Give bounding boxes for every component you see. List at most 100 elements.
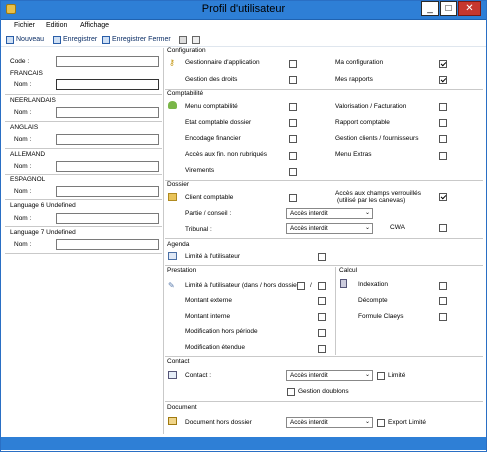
acces-verrouilles-label: Accès aux champs verrouillés <box>335 190 421 197</box>
acces-fin-checkbox[interactable] <box>289 152 297 160</box>
chevron-down-icon: ⌄ <box>364 210 370 216</box>
document-hors-dossier-label: Document hors dossier <box>185 419 252 426</box>
gestion-droits-label: Gestion des droits <box>185 76 238 83</box>
language-heading: ALLEMAND <box>10 151 46 158</box>
valorisation-checkbox[interactable] <box>439 103 447 111</box>
menu-extras-checkbox[interactable] <box>439 152 447 160</box>
formule-claeys-checkbox[interactable] <box>439 313 447 321</box>
calendar-icon <box>168 252 177 260</box>
cwa-checkbox[interactable] <box>439 224 447 232</box>
gestion-doublons-checkbox[interactable] <box>287 388 295 396</box>
modif-hors-periode-label: Modification hors période <box>185 328 258 335</box>
save-icon <box>53 36 61 44</box>
minimize-button[interactable]: _ <box>421 1 439 16</box>
export-limite-label: Export Limité <box>388 419 426 426</box>
contact-value: Accès interdit <box>290 372 328 379</box>
contact-limite-checkbox[interactable] <box>377 372 385 380</box>
prestation-hors-checkbox[interactable] <box>318 282 326 290</box>
menu-extras-label: Menu Extras <box>335 151 372 158</box>
partie-conseil-value: Accès interdit <box>290 210 328 217</box>
names-pane: Code : FRANCAIS Nom : NEERLANDAIS Nom : … <box>5 50 162 434</box>
montant-externe-checkbox[interactable] <box>318 297 326 305</box>
print-icon[interactable] <box>179 36 187 44</box>
gestion-doublons-label: Gestion doublons <box>298 388 349 395</box>
language-heading: Language 7 Undefined <box>10 229 76 236</box>
language-heading: ESPAGNOL <box>10 176 46 183</box>
modif-etendue-checkbox[interactable] <box>318 345 326 353</box>
montant-externe-label: Montant externe <box>185 297 232 304</box>
prestation-limite-label: Limité à l'utilisateur (dans / hors doss… <box>185 282 302 289</box>
menu-comptabilite-label: Menu comptabilité <box>185 103 238 110</box>
partie-conseil-select[interactable]: Accès interdit ⌄ <box>286 208 373 219</box>
client-comptable-checkbox[interactable] <box>289 194 297 202</box>
name-input-espagnol[interactable] <box>56 186 159 197</box>
name-label: Nom : <box>14 188 32 195</box>
name-input-anglais[interactable] <box>56 134 159 145</box>
modif-etendue-label: Modification étendue <box>185 344 245 351</box>
decompte-checkbox[interactable] <box>439 297 447 305</box>
section-calcul: Calcul <box>339 267 358 274</box>
code-label: Code : <box>10 58 30 65</box>
new-document-icon <box>6 36 14 44</box>
ma-configuration-checkbox[interactable] <box>439 60 447 68</box>
toolbar: Nouveau Enregistrer Enregistrer Fermer <box>1 34 486 47</box>
name-input-neerlandais[interactable] <box>56 107 159 118</box>
slash-label: / <box>310 282 312 289</box>
client-comptable-label: Client comptable <box>185 194 234 201</box>
indexation-checkbox[interactable] <box>439 282 447 290</box>
menu-fichier[interactable]: Fichier <box>14 22 35 29</box>
virements-checkbox[interactable] <box>289 168 297 176</box>
ma-configuration-label: Ma configuration <box>335 59 384 66</box>
rapport-comptable-checkbox[interactable] <box>439 119 447 127</box>
name-input-allemand[interactable] <box>56 161 159 172</box>
etat-comptable-label: Etat comptable dossier <box>185 119 252 126</box>
name-label: Nom : <box>14 136 32 143</box>
name-input-language-7[interactable] <box>56 239 159 250</box>
name-input-language-6[interactable] <box>56 213 159 224</box>
gestionnaire-label: Gestionnaire d'application <box>185 59 260 66</box>
agenda-limite-checkbox[interactable] <box>318 253 326 261</box>
agenda-limite-label: Limité à l'utilisateur <box>185 253 241 260</box>
chevron-down-icon: ⌄ <box>364 225 370 231</box>
section-document: Document <box>167 404 197 411</box>
close-button[interactable]: ✕ <box>458 1 481 16</box>
key-users-icon: ⚷ <box>169 58 175 67</box>
prestation-dans-checkbox[interactable] <box>297 282 305 290</box>
maximize-button[interactable]: □ <box>440 1 457 16</box>
code-input[interactable] <box>56 56 159 67</box>
encodage-financier-checkbox[interactable] <box>289 135 297 143</box>
document-select[interactable]: Accès interdit ⌄ <box>286 417 373 428</box>
encodage-financier-label: Encodage financier <box>185 135 241 142</box>
acces-verrouilles-checkbox[interactable] <box>439 193 447 201</box>
chevron-down-icon: ⌄ <box>364 372 370 378</box>
menu-affichage[interactable]: Affichage <box>80 22 109 29</box>
menu-bar: Fichier Edition Affichage <box>1 20 486 34</box>
new-button[interactable]: Nouveau <box>16 36 44 43</box>
contact-select[interactable]: Accès interdit ⌄ <box>286 370 373 381</box>
contact-label: Contact : <box>185 372 212 379</box>
language-heading: ANGLAIS <box>10 124 39 131</box>
save-button[interactable]: Enregistrer <box>63 36 97 43</box>
modif-hors-periode-checkbox[interactable] <box>318 329 326 337</box>
montant-interne-checkbox[interactable] <box>318 313 326 321</box>
menu-edition[interactable]: Edition <box>46 22 67 29</box>
name-input-francais[interactable] <box>56 79 159 90</box>
etat-comptable-checkbox[interactable] <box>289 119 297 127</box>
section-configuration: Configuration <box>167 47 206 54</box>
gestion-droits-checkbox[interactable] <box>289 76 297 84</box>
chevron-down-icon: ⌄ <box>364 419 370 425</box>
tribunal-label: Tribunal : <box>185 226 212 233</box>
name-label: Nom : <box>14 109 32 116</box>
tribunal-select[interactable]: Accès interdit ⌄ <box>286 223 373 234</box>
acces-fin-label: Accès aux fin. non rubriqués <box>185 151 268 158</box>
menu-comptabilite-checkbox[interactable] <box>289 103 297 111</box>
print-preview-icon[interactable] <box>192 36 200 44</box>
gestionnaire-checkbox[interactable] <box>289 60 297 68</box>
save-close-button[interactable]: Enregistrer Fermer <box>112 36 171 43</box>
gestion-clients-checkbox[interactable] <box>439 135 447 143</box>
calculator-icon <box>340 279 347 288</box>
export-limite-checkbox[interactable] <box>377 419 385 427</box>
valorisation-label: Valorisation / Facturation <box>335 103 407 110</box>
mes-rapports-checkbox[interactable] <box>439 76 447 84</box>
section-comptabilite: Comptabilité <box>167 90 204 97</box>
